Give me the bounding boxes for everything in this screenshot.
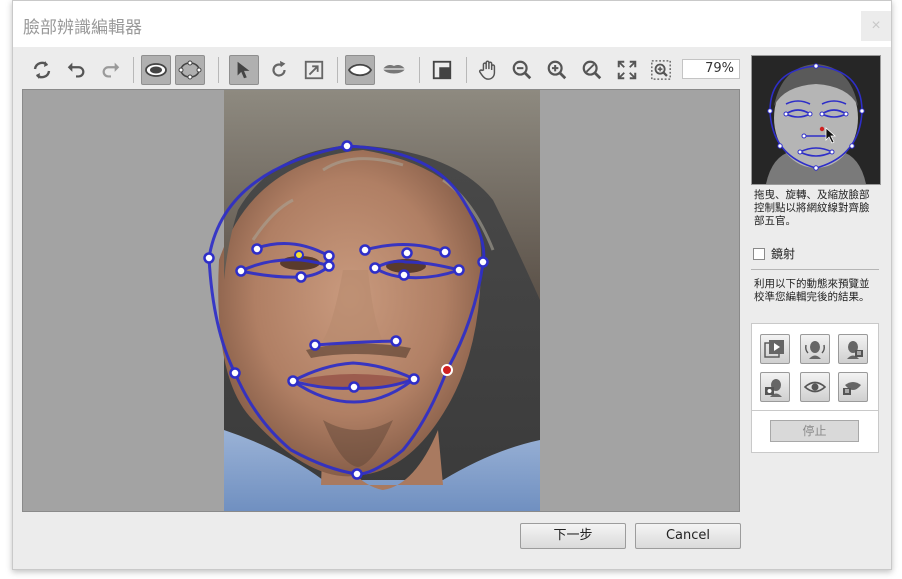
panel-divider (751, 269, 879, 270)
control-point[interactable] (348, 381, 360, 393)
control-point[interactable] (287, 375, 299, 387)
selected-control-point[interactable] (441, 364, 453, 376)
control-point[interactable] (235, 265, 247, 277)
control-points-icon[interactable] (175, 55, 205, 85)
zoom-level-field[interactable]: 79% (682, 59, 740, 79)
mirror-label[interactable]: 鏡射 (771, 245, 795, 262)
control-point[interactable] (309, 339, 321, 351)
face-outline-icon[interactable] (345, 55, 375, 85)
zoom-reset-icon[interactable] (577, 55, 607, 85)
zoom-area-icon[interactable] (646, 55, 676, 85)
play-animation-icon[interactable] (760, 334, 790, 364)
window-title: 臉部辨識編輯器 (23, 18, 142, 38)
toolbar-separator (466, 57, 467, 83)
scale-icon[interactable] (299, 55, 329, 85)
zoom-in-icon[interactable] (542, 55, 572, 85)
rotate-reset-icon[interactable] (27, 55, 57, 85)
control-point[interactable] (341, 140, 353, 152)
animation-preview-box: 停止 (751, 323, 879, 453)
toolbar-separator (218, 57, 219, 83)
mouth-open-icon[interactable] (838, 372, 868, 402)
next-button[interactable]: 下一步 (520, 523, 626, 549)
blink-icon[interactable] (800, 372, 830, 402)
mirror-checkbox[interactable] (753, 247, 765, 260)
control-point[interactable] (203, 252, 215, 264)
preview-selected-point (819, 126, 825, 132)
pointer-icon[interactable] (229, 55, 259, 85)
head-nod-icon[interactable] (838, 334, 868, 364)
toolbar-separator (337, 57, 338, 83)
toolbar-separator (419, 57, 420, 83)
control-point[interactable] (323, 260, 335, 272)
redo-icon[interactable] (96, 55, 126, 85)
cancel-button[interactable]: Cancel (635, 523, 741, 549)
hand-pan-icon[interactable] (473, 55, 503, 85)
rotate-icon[interactable] (264, 55, 294, 85)
control-point[interactable] (453, 264, 465, 276)
face-preview (751, 55, 881, 185)
face-editor-dialog: 臉部辨識編輯器 × 79% 拖曳、旋轉、及縮放臉部控制點以將網紋線對齊臉部五官。… (12, 0, 892, 570)
animation-instruction-text: 利用以下的動態來預覽並校準您編輯完後的結果。 (754, 278, 870, 303)
control-point[interactable] (390, 335, 402, 347)
head-turn-icon[interactable] (800, 334, 830, 364)
editing-canvas[interactable] (22, 89, 740, 512)
toolbar-separator (133, 57, 134, 83)
mirror-checkbox-row[interactable]: 鏡射 (753, 245, 795, 262)
animation-divider (752, 410, 878, 411)
control-point[interactable] (408, 373, 420, 385)
control-point[interactable] (323, 250, 335, 262)
control-point[interactable] (351, 468, 363, 480)
control-point[interactable] (398, 269, 410, 281)
fit-screen-icon[interactable] (612, 55, 642, 85)
lips-icon[interactable] (379, 55, 409, 85)
title-bar: 臉部辨識編輯器 × (13, 1, 891, 47)
control-point[interactable] (477, 256, 489, 268)
control-point[interactable] (401, 247, 413, 259)
control-point[interactable] (295, 271, 307, 283)
stop-button[interactable]: 停止 (770, 420, 859, 442)
undo-icon[interactable] (61, 55, 91, 85)
close-button[interactable]: × (861, 11, 891, 41)
control-point[interactable] (229, 367, 241, 379)
instruction-text: 拖曳、旋轉、及縮放臉部控制點以將網紋線對齊臉部五官。 (754, 189, 870, 227)
control-point[interactable] (369, 262, 381, 274)
speak-icon[interactable] (760, 372, 790, 402)
control-point[interactable] (251, 243, 263, 255)
control-point[interactable] (359, 244, 371, 256)
control-point[interactable] (439, 246, 451, 258)
control-point[interactable] (294, 250, 304, 260)
split-view-icon[interactable] (427, 55, 457, 85)
eye-view-icon[interactable] (141, 55, 171, 85)
zoom-out-icon[interactable] (507, 55, 537, 85)
face-photo-with-mesh[interactable] (23, 90, 740, 512)
toolbar: 79% (21, 53, 746, 87)
